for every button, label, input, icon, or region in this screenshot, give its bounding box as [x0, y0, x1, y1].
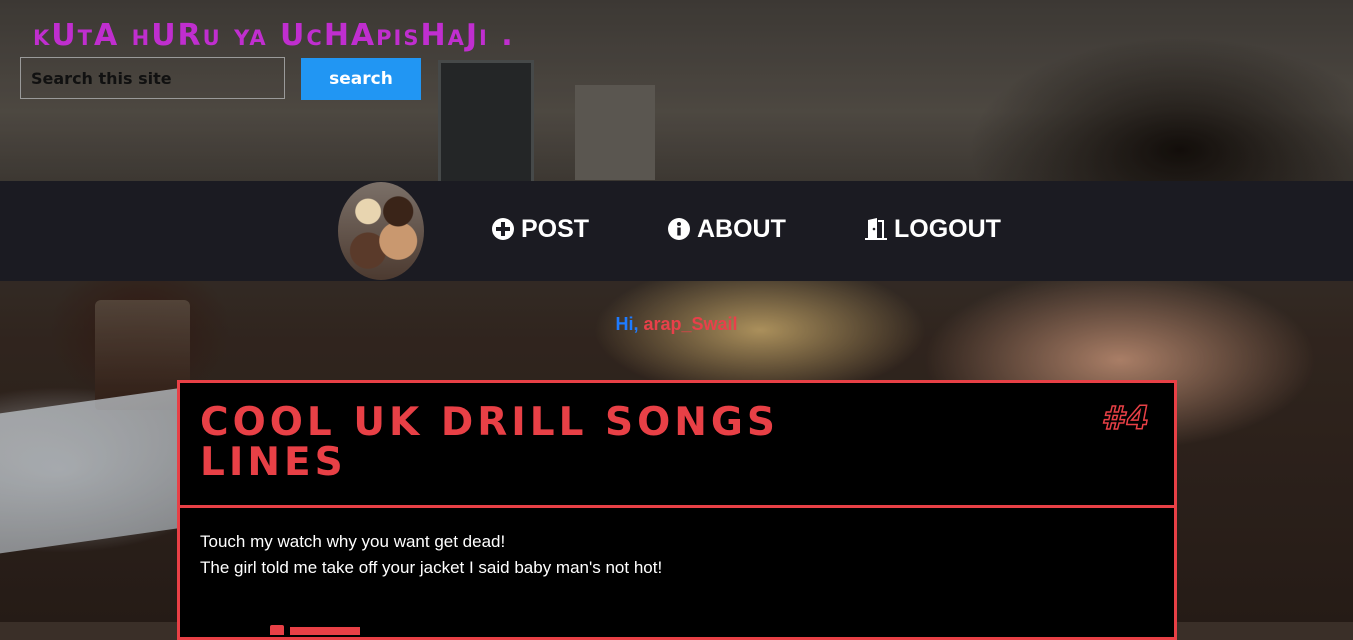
search-button[interactable]: search — [301, 58, 421, 100]
nav-item-logout[interactable]: LOGOUT — [864, 212, 1001, 246]
plus-circle-icon — [491, 217, 515, 241]
greeting: Hi, arap_Swail — [0, 314, 1353, 335]
greeting-hi: Hi, — [615, 314, 639, 334]
post-line: The girl told me take off your jacket I … — [200, 558, 663, 577]
nav-item-label: ABOUT — [697, 214, 786, 243]
search-input[interactable] — [20, 57, 285, 99]
post-header: COOL UK DRILL SONGS LINES #4 — [180, 383, 1174, 508]
post-meta — [270, 615, 360, 635]
post-number: #4 — [1101, 398, 1152, 438]
nav-item-label: POST — [521, 214, 590, 243]
info-circle-icon — [667, 217, 691, 241]
post-body: Touch my watch why you want get dead! Th… — [200, 529, 1140, 581]
nav-item-label: LOGOUT — [894, 214, 1001, 243]
post-line: Touch my watch why you want get dead! — [200, 532, 506, 551]
post-title[interactable]: COOL UK DRILL SONGS LINES — [200, 403, 920, 483]
post-card: COOL UK DRILL SONGS LINES #4 Touch my wa… — [177, 380, 1177, 640]
door-open-icon — [864, 217, 888, 241]
site-title: kUtA hURu ya UcHApisHaJi . — [33, 18, 515, 53]
nav-item-post[interactable]: POST — [491, 212, 589, 246]
nav-item-about[interactable]: ABOUT — [667, 212, 786, 246]
post-meta-marker — [270, 625, 284, 635]
avatar[interactable] — [338, 182, 424, 280]
post-tag-badge[interactable] — [290, 627, 360, 635]
greeting-username: arap_Swail — [643, 314, 738, 334]
